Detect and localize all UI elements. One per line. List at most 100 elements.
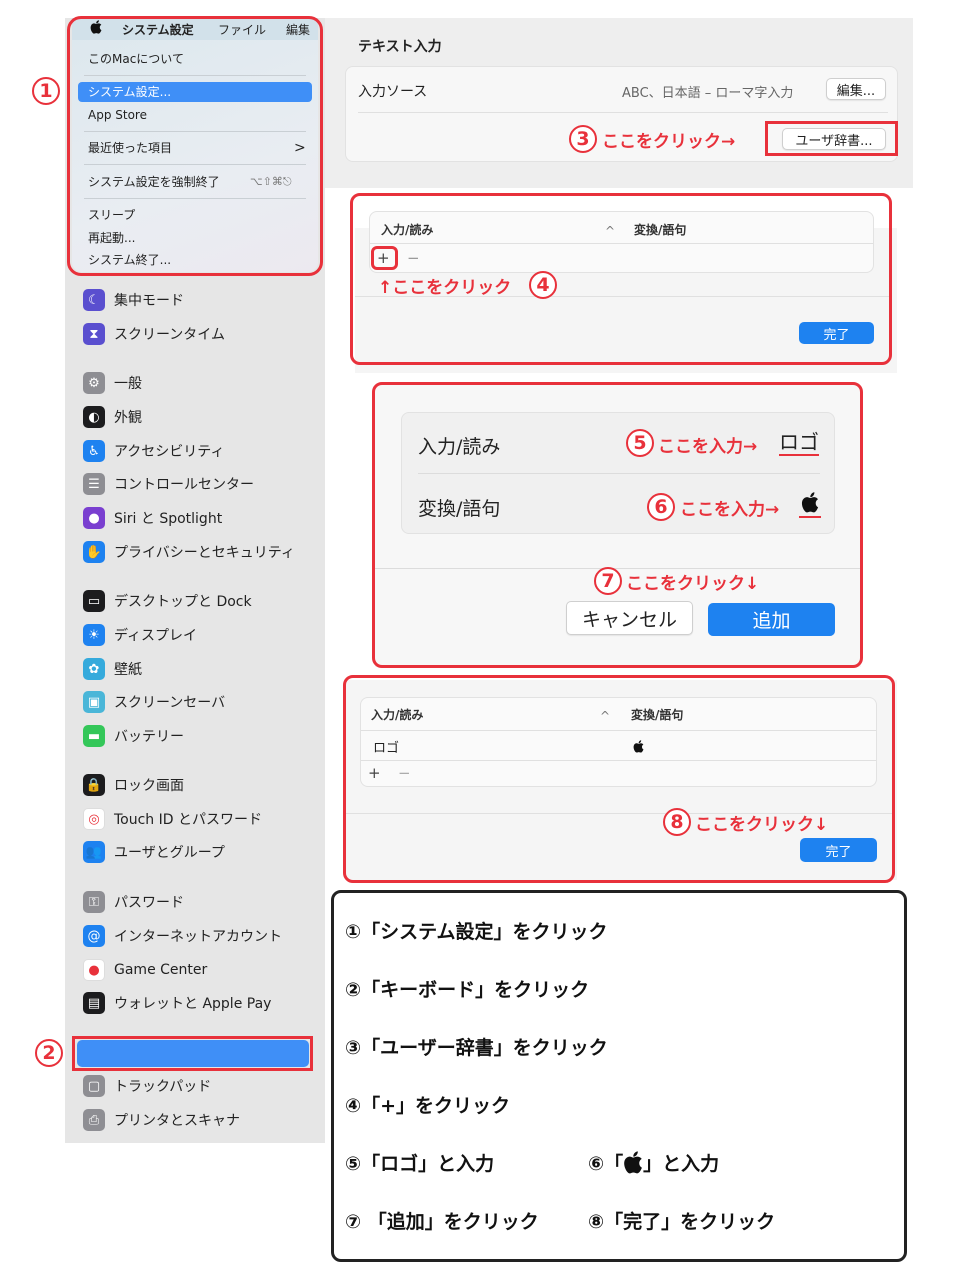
annotation-text-4: ↑ここをクリック [378, 278, 512, 298]
sidebar-item-label: ディスプレイ [114, 628, 198, 644]
instruction-step-3: ③「ユーザー辞書」をクリック [345, 1037, 608, 1059]
annotation-text-7: ここをクリック↓ [626, 574, 760, 594]
annotation-box-1 [67, 16, 323, 276]
annotation-number-2: 2 [35, 1039, 63, 1067]
text-input-title: テキスト入力 [358, 39, 442, 55]
annotation-number-4: 4 [529, 271, 557, 299]
sidebar-item[interactable]: ⧗ スクリーンタイム [83, 322, 225, 346]
sidebar-item[interactable]: 🔒 ロック画面 [83, 773, 184, 797]
sidebar-item-label: コントロールセンター [114, 477, 254, 493]
sidebar-item[interactable]: ▭ デスクトップと Dock [83, 589, 252, 613]
at-icon: @ [83, 925, 105, 947]
instruction-step-1: ①「システム設定」をクリック [345, 921, 608, 943]
sidebar-item[interactable]: ▣ スクリーンセーバ [83, 690, 225, 714]
instruction-step-7: ⑦ 「追加」をクリック [345, 1211, 539, 1233]
instruction-step-4: ④「+」をクリック [345, 1095, 511, 1117]
sidebar-item-label: 外観 [114, 410, 142, 426]
apple-logo-icon [624, 1151, 642, 1174]
reading-field-input[interactable]: ロゴ [779, 430, 819, 456]
annotation-number-6: 6 [647, 493, 675, 521]
users-icon: 👥 [83, 841, 105, 863]
sidebar-item[interactable]: ✋ プライバシーとセキュリティ [83, 540, 295, 564]
flower-icon: ✿ [83, 658, 105, 680]
lock-icon: 🔒 [83, 774, 105, 796]
game-center-icon: ● [83, 959, 105, 981]
siri-icon: ● [83, 507, 105, 529]
annotation-box-4 [371, 246, 398, 270]
sidebar-item[interactable]: ♿ アクセシビリティ [83, 439, 224, 463]
sidebar-item-label: スクリーンタイム [114, 327, 226, 343]
hourglass-icon: ⧗ [83, 323, 105, 345]
gear-icon: ⚙ [83, 372, 105, 394]
sidebar-item-label: スクリーンセーバ [114, 695, 226, 711]
edit-input-sources-button[interactable]: 編集... [826, 78, 886, 100]
sidebar-item[interactable]: ☰ コントロールセンター [83, 472, 254, 496]
sidebar-item[interactable]: ⚙ 一般 [83, 371, 142, 395]
appearance-icon: ◐ [83, 406, 105, 428]
sidebar-item-label: プリンタとスキャナ [114, 1113, 240, 1129]
hand-icon: ✋ [83, 541, 105, 563]
sidebar-item[interactable]: ⎙ プリンタとスキャナ [83, 1108, 240, 1132]
control-center-icon: ☰ [83, 473, 105, 495]
fingerprint-icon: ◎ [83, 808, 105, 830]
wallet-icon: ▤ [83, 992, 105, 1014]
sidebar-item-label: ウォレットと Apple Pay [114, 996, 272, 1012]
screensaver-icon: ▣ [83, 691, 105, 713]
annotation-box-2 [72, 1036, 313, 1071]
accessibility-icon: ♿ [83, 440, 105, 462]
sidebar-item-label: Touch ID とパスワード [114, 812, 262, 828]
sidebar-item[interactable]: ● Siri と Spotlight [83, 506, 222, 530]
sidebar-item-label: 集中モード [114, 293, 184, 309]
sidebar-item-label: ロック画面 [114, 778, 184, 794]
annotation-text-6: ここを入力→ [680, 500, 780, 520]
input-source-value: ABC、日本語 – ローマ字入力 [622, 86, 794, 101]
sidebar-item[interactable]: ☀ ディスプレイ [83, 623, 197, 647]
sidebar-item[interactable]: ⚿ パスワード [83, 890, 184, 914]
sidebar-item-label: プライバシーとセキュリティ [114, 545, 295, 561]
annotation-box-result [343, 675, 895, 883]
sidebar-item[interactable]: ☾ 集中モード [83, 288, 184, 312]
sidebar-item-label: Siri と Spotlight [114, 511, 223, 527]
annotation-box-3 [765, 121, 898, 156]
instruction-step-5: ⑤「ロゴ」と入力 [345, 1153, 495, 1175]
sun-icon: ☀ [83, 624, 105, 646]
phrase-field-input[interactable] [799, 492, 821, 518]
sidebar-item[interactable]: ◎ Touch ID とパスワード [83, 807, 262, 831]
sidebar-item-label: バッテリー [114, 729, 184, 745]
key-icon: ⚿ [83, 891, 105, 913]
sidebar-item[interactable]: ▤ ウォレットと Apple Pay [83, 991, 271, 1015]
instruction-step-6: ⑥「 」と入力 [588, 1149, 719, 1176]
moon-icon: ☾ [83, 289, 105, 311]
annotation-box-dialog [372, 382, 863, 668]
sidebar-item-label: 壁紙 [114, 662, 142, 678]
printer-icon: ⎙ [83, 1109, 105, 1131]
sidebar-item-label: 一般 [114, 376, 142, 392]
annotation-number-7: 7 [594, 567, 622, 595]
apple-logo-icon [801, 492, 819, 513]
instruction-step-6-prefix: ⑥「 [588, 1153, 624, 1175]
sidebar-item-label: トラックパッド [114, 1079, 212, 1095]
trackpad-icon: ▢ [83, 1075, 105, 1097]
sidebar-item[interactable]: ▢ トラックパッド [83, 1074, 211, 1098]
annotation-text-3: ここをクリック→ [602, 132, 736, 152]
sidebar-item-label: デスクトップと Dock [114, 594, 252, 610]
annotation-text-8: ここをクリック↓ [695, 815, 829, 835]
sidebar-item-label: アクセシビリティ [114, 444, 225, 460]
sidebar-item[interactable]: ◐ 外観 [83, 405, 142, 429]
sidebar-item[interactable]: @ インターネットアカウント [83, 924, 282, 948]
sidebar-item[interactable]: 👥 ユーザとグループ [83, 840, 225, 864]
instruction-step-8: ⑧「完了」をクリック [588, 1211, 776, 1233]
annotation-number-1: 1 [32, 77, 60, 105]
annotation-number-8: 8 [663, 808, 691, 836]
sidebar-item[interactable]: ▬ バッテリー [83, 724, 184, 748]
sidebar-item[interactable]: ✿ 壁紙 [83, 657, 142, 681]
annotation-number-5: 5 [626, 429, 654, 457]
instruction-step-2: ②「キーボード」をクリック [345, 979, 590, 1001]
instructions-box: ①「システム設定」をクリック ②「キーボード」をクリック ③「ユーザー辞書」をク… [331, 890, 907, 1262]
dock-icon: ▭ [83, 590, 105, 612]
battery-icon: ▬ [83, 725, 105, 747]
sidebar-item[interactable]: ● Game Center [83, 958, 207, 982]
sidebar-item-label: パスワード [114, 895, 184, 911]
sidebar-item-label: インターネットアカウント [114, 929, 282, 945]
sidebar-item-label: Game Center [114, 962, 208, 978]
